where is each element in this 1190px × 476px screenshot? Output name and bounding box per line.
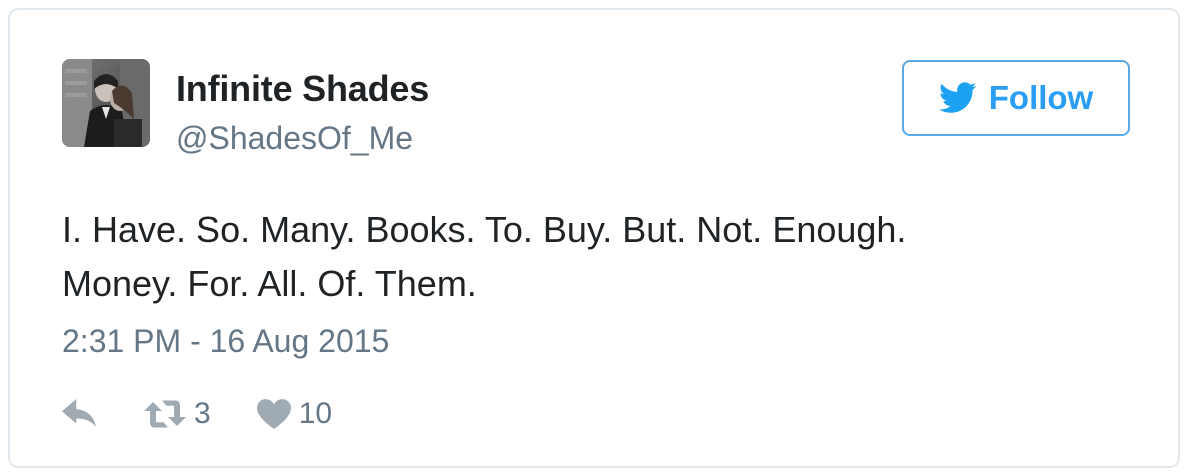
tweet-text-line: I. Have. So. Many. Books. To. Buy. But. … (62, 209, 907, 250)
reply-icon (62, 399, 98, 429)
tweet-text-line: Money. For. All. Of. Them. (62, 263, 477, 304)
tweet-text: I. Have. So. Many. Books. To. Buy. But. … (62, 203, 1142, 311)
heart-icon (256, 399, 291, 429)
twitter-bird-icon (938, 82, 977, 114)
follow-button[interactable]: Follow (902, 60, 1130, 136)
retweet-count: 3 (194, 397, 211, 430)
like-count: 10 (298, 397, 333, 430)
avatar[interactable] (62, 59, 150, 147)
user-display-name[interactable]: Infinite Shades (176, 68, 429, 110)
reply-button[interactable] (62, 399, 98, 429)
retweet-icon (144, 399, 186, 429)
user-screen-name[interactable]: @ShadesOf_Me (176, 120, 413, 157)
tweet-actions: 3 10 (62, 394, 332, 434)
retweet-button[interactable]: 3 (144, 397, 211, 431)
tweet-card: Infinite Shades @ShadesOf_Me Follow I. H… (8, 8, 1180, 468)
tweet-timestamp[interactable]: 2:31 PM - 16 Aug 2015 (62, 323, 389, 360)
like-button[interactable]: 10 (256, 397, 333, 431)
follow-button-label: Follow (988, 79, 1094, 116)
